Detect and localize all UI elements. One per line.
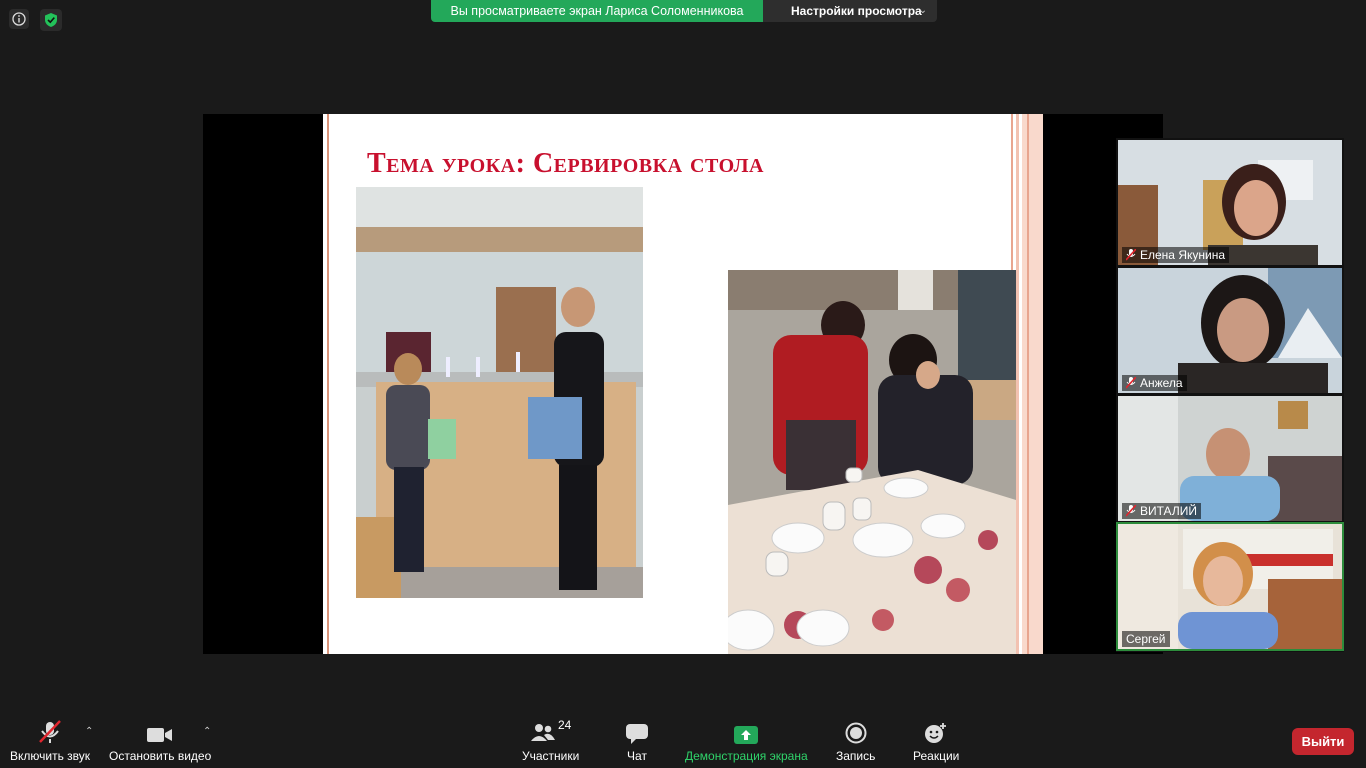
chevron-up-icon[interactable]: ⌃ — [203, 726, 211, 737]
participant-name: Елена Якунина — [1140, 248, 1225, 262]
participant-tile-active-speaker[interactable]: Сергей — [1116, 522, 1344, 651]
mic-muted-icon — [1125, 504, 1137, 517]
mic-muted-icon — [1125, 248, 1137, 261]
lesson-photo-1 — [356, 187, 643, 598]
video-camera-icon — [147, 718, 173, 744]
chat-icon — [626, 718, 648, 744]
share-screen-icon — [734, 718, 759, 744]
participant-name: Анжела — [1140, 376, 1183, 390]
shared-screen: Тема урока: Сервировка стола — [203, 114, 1163, 654]
shield-check-icon[interactable] — [40, 9, 62, 31]
participant-name-tag: ВИТАЛИЙ — [1122, 503, 1201, 519]
slide-border-line — [327, 114, 329, 654]
participant-name-tag: Анжела — [1122, 375, 1187, 391]
participant-tile[interactable]: Анжела — [1118, 268, 1342, 393]
slide-title: Тема урока: Сервировка стола — [367, 148, 764, 179]
reactions-label: Реакции — [913, 749, 960, 763]
reactions-button[interactable]: Реакции — [913, 718, 959, 763]
participants-count: 24 — [557, 718, 572, 732]
lesson-photo-2 — [728, 270, 1016, 654]
share-screen-label: Демонстрация экрана — [685, 749, 808, 763]
screen-share-banner: Вы просматриваете экран Лариса Соломенни… — [431, 0, 937, 22]
participants-label: Участники — [522, 749, 580, 763]
participant-tile[interactable]: Елена Якунина — [1118, 140, 1342, 265]
chevron-up-icon[interactable]: ⌃ — [85, 726, 93, 737]
participant-tile[interactable]: ВИТАЛИЙ — [1118, 396, 1342, 521]
presentation-slide: Тема урока: Сервировка стола — [323, 114, 1043, 654]
participant-name-tag: Елена Якунина — [1122, 247, 1229, 263]
leave-meeting-button[interactable]: Выйти — [1292, 728, 1354, 755]
unmute-label: Включить звук — [10, 749, 91, 763]
mic-muted-icon — [38, 718, 62, 744]
viewing-screen-label: Вы просматриваете экран Лариса Соломенни… — [431, 0, 763, 22]
record-label: Запись — [836, 749, 876, 763]
participants-icon — [530, 723, 556, 744]
participant-name: ВИТАЛИЙ — [1140, 504, 1197, 518]
participant-name: Сергей — [1126, 632, 1166, 646]
stop-video-label: Остановить видео — [109, 749, 212, 763]
meeting-toolbar: Включить звук ⌃ Остановить видео ⌃ 24 Уч… — [0, 710, 1366, 768]
participants-icon-group: 24 — [530, 718, 571, 744]
view-options-label: Настройки просмотра — [791, 4, 922, 18]
chat-button[interactable]: Чат — [626, 718, 648, 763]
record-icon — [845, 718, 867, 744]
reactions-icon — [924, 718, 948, 744]
chat-label: Чат — [627, 749, 647, 763]
info-icon[interactable] — [9, 9, 29, 29]
unmute-button[interactable]: Включить звук — [10, 718, 90, 763]
participants-button[interactable]: 24 Участники — [522, 718, 579, 763]
record-button[interactable]: Запись — [836, 718, 875, 763]
stop-video-button[interactable]: Остановить видео — [109, 718, 211, 763]
participant-name-tag: Сергей — [1122, 631, 1170, 647]
mic-muted-icon — [1125, 376, 1137, 389]
share-screen-button[interactable]: Демонстрация экрана — [685, 718, 808, 763]
view-options-button[interactable]: Настройки просмотра ⌄ — [763, 0, 937, 22]
chevron-down-icon: ⌄ — [918, 5, 927, 16]
participant-gallery: Елена Якунина Анжела ВИТАЛИЙ Сергей — [1116, 138, 1344, 652]
